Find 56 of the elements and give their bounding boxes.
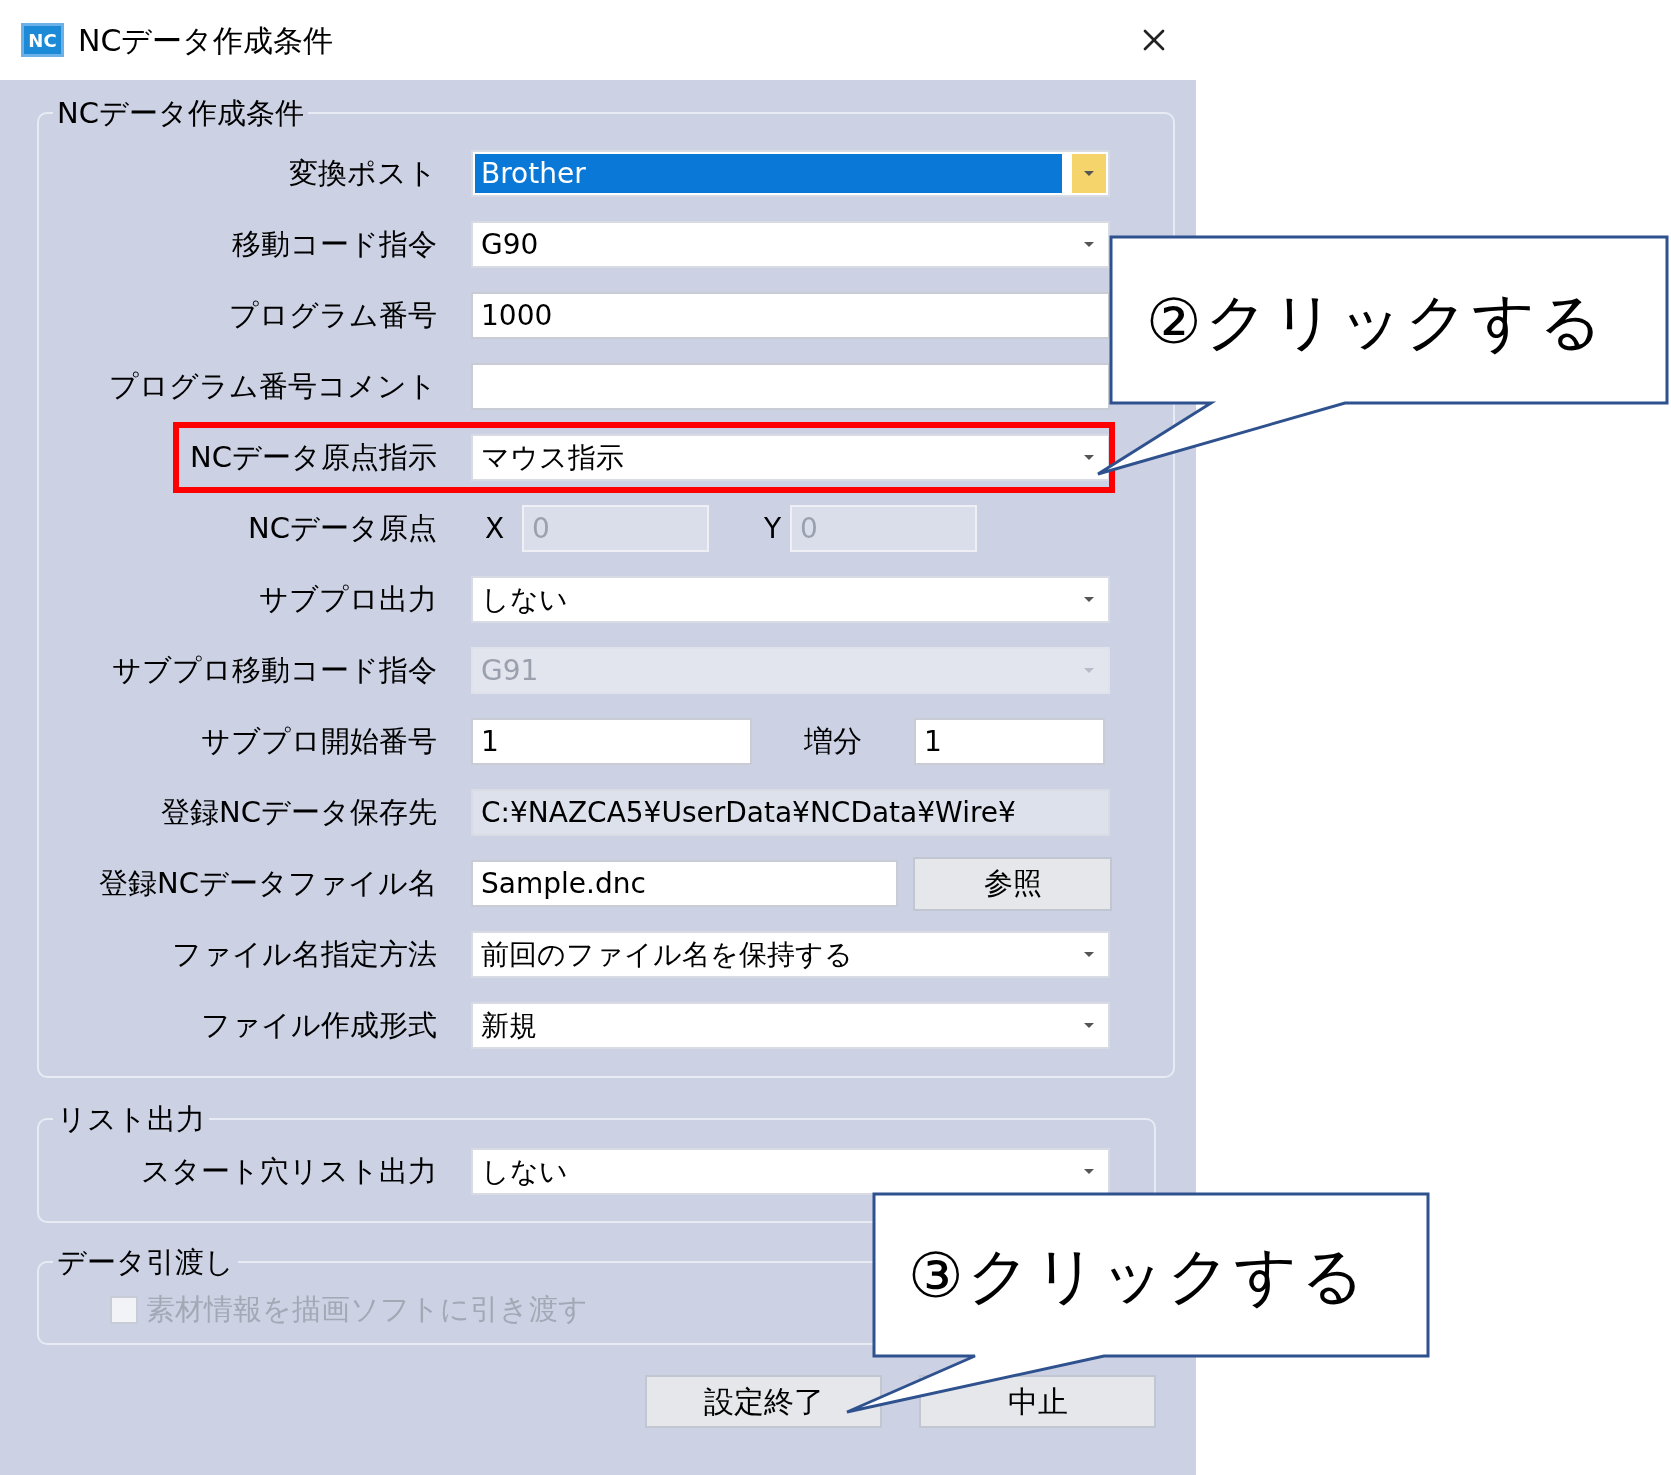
increment-label: 増分 <box>803 722 863 760</box>
dropdown[interactable]: Brother <box>471 150 1110 197</box>
dialog-button[interactable]: 設定終了 <box>645 1375 882 1428</box>
dialog-button[interactable]: 中止 <box>919 1375 1156 1428</box>
field-label: スタート穴リスト出力 <box>140 1152 437 1190</box>
group-title: リスト出力 <box>56 1102 206 1136</box>
field-label: NCデータ原点 <box>247 509 437 547</box>
text-field[interactable]: 1 <box>914 718 1105 765</box>
field-label: プログラム番号 <box>228 296 437 334</box>
caret-icon <box>1083 454 1095 461</box>
dropdown-value: 前回のファイル名を保持する <box>480 936 854 973</box>
dropdown-value: G90 <box>480 226 540 263</box>
dropdown-value: しない <box>480 581 569 618</box>
dropdown[interactable]: しない <box>471 1148 1110 1195</box>
caret-icon <box>1083 170 1095 177</box>
callout-text: ②クリックする <box>1146 284 1606 360</box>
field-label: 移動コード指令 <box>231 225 437 263</box>
group-title: NCデータ作成条件 <box>56 96 305 130</box>
caret-icon <box>1083 951 1095 958</box>
field-label: サブプロ移動コード指令 <box>111 651 437 689</box>
text-field[interactable]: 1 <box>471 718 752 765</box>
x-label: X <box>484 510 506 547</box>
field-label: NCデータ原点指示 <box>189 438 437 476</box>
browse-button[interactable]: 参照 <box>913 856 1112 911</box>
field-label: プログラム番号コメント <box>108 367 437 405</box>
caret-icon <box>1083 241 1095 248</box>
dropdown-value: Brother <box>475 154 1062 193</box>
field-label: サブプロ出力 <box>258 580 437 618</box>
group-title: データ引渡し <box>56 1245 235 1279</box>
dropdown[interactable]: しない <box>471 576 1110 623</box>
dropdown[interactable]: G90 <box>471 221 1110 268</box>
field-label: ファイル名指定方法 <box>171 935 437 973</box>
text-field[interactable]: 1000 <box>471 292 1110 339</box>
dropdown-value: マウス指示 <box>480 439 625 476</box>
dropdown[interactable]: マウス指示 <box>471 434 1110 481</box>
dropdown-value: しない <box>480 1153 569 1190</box>
field-label: ファイル作成形式 <box>200 1006 437 1044</box>
field-label: 変換ポスト <box>288 154 437 192</box>
window-title: NCデータ作成条件 <box>78 21 334 60</box>
dropdown[interactable]: 新規 <box>471 1002 1110 1049</box>
y-label: Y <box>763 510 783 547</box>
app-icon: NC <box>21 23 64 57</box>
dropdown-value: 新規 <box>480 1007 538 1044</box>
dropdown-value: G91 <box>480 652 540 689</box>
text-field[interactable]: C:¥NAZCA5¥UserData¥NCData¥Wire¥ <box>471 789 1110 836</box>
dropdown[interactable]: 前回のファイル名を保持する <box>471 931 1110 978</box>
text-field[interactable]: Sample.dnc <box>471 860 898 907</box>
caret-icon <box>1083 1168 1095 1175</box>
field-label: サブプロ開始番号 <box>200 722 437 760</box>
callout-text: ③クリックする <box>908 1238 1368 1314</box>
field-label: 登録NCデータ保存先 <box>160 793 437 831</box>
caret-icon <box>1083 1022 1095 1029</box>
text-field[interactable] <box>471 363 1110 410</box>
field-label: 登録NCデータファイル名 <box>98 864 437 902</box>
caret-icon <box>1083 667 1095 674</box>
caret-icon <box>1083 596 1095 603</box>
